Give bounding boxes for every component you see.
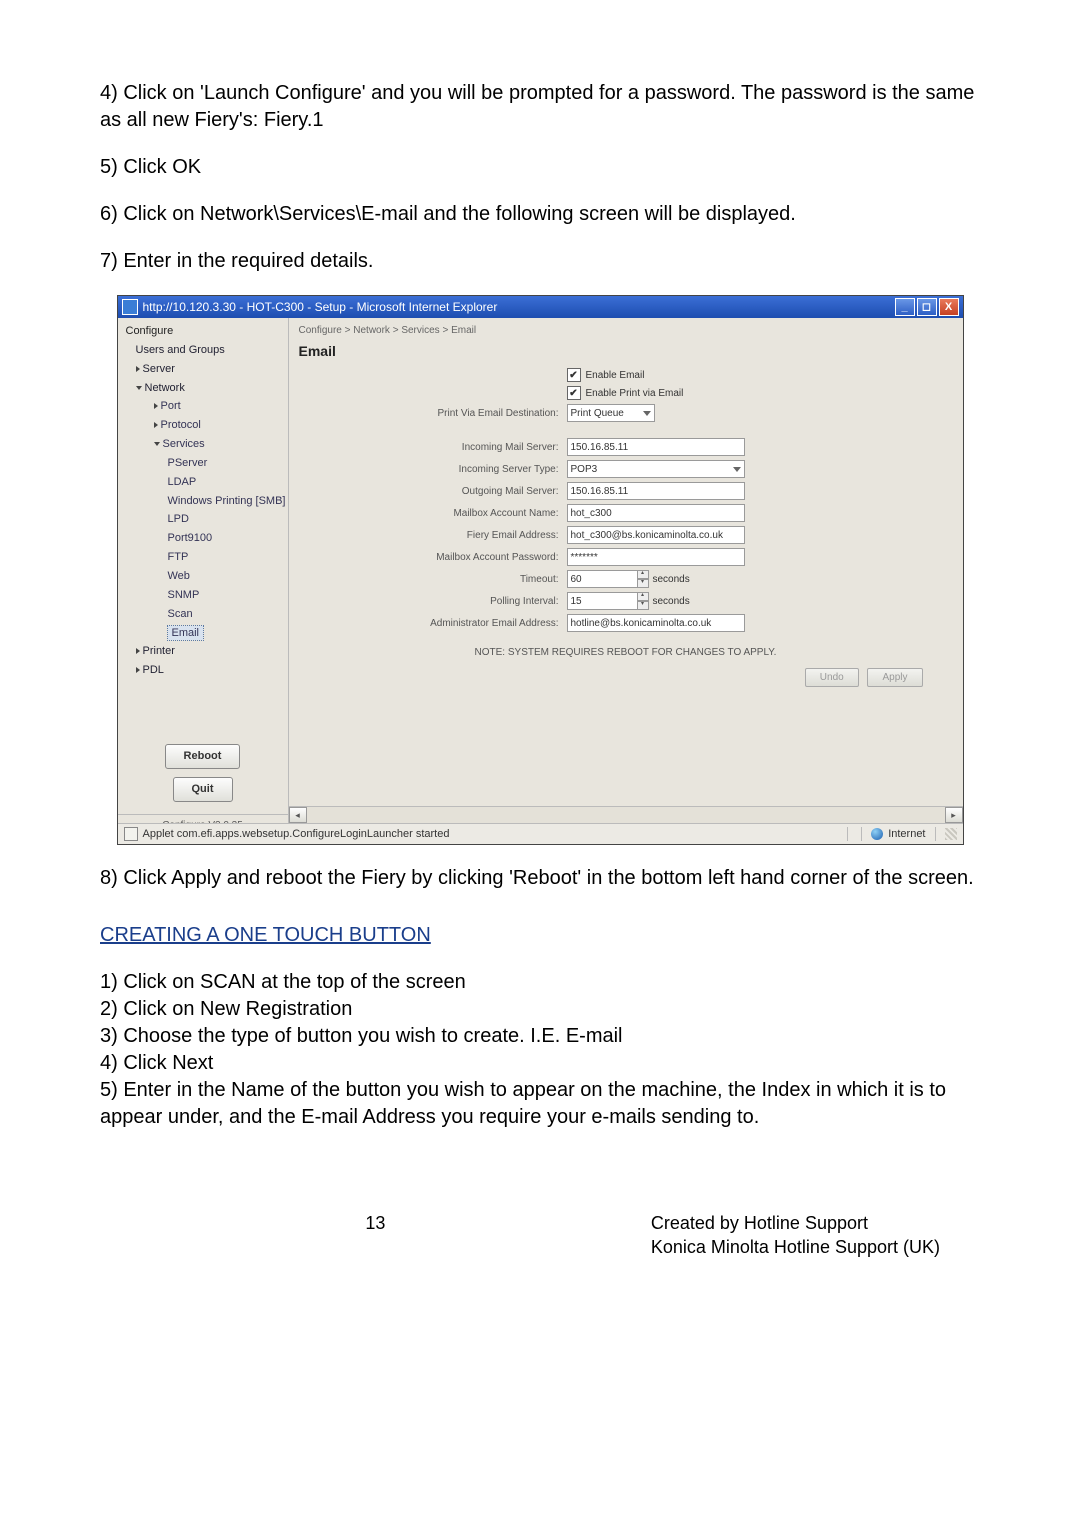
incoming-type-label: Incoming Server Type: <box>299 463 567 477</box>
reboot-note: NOTE: SYSTEM REQUIRES REBOOT FOR CHANGES… <box>299 646 953 660</box>
sidebar-server[interactable]: Server <box>118 360 288 379</box>
sidebar-winprint[interactable]: Windows Printing [SMB] <box>118 492 288 511</box>
sidebar-web[interactable]: Web <box>118 567 288 586</box>
sidebar-pdl[interactable]: PDL <box>118 661 288 680</box>
status-message: Applet com.efi.apps.websetup.ConfigureLo… <box>143 827 450 842</box>
sidebar-printer[interactable]: Printer <box>118 642 288 661</box>
doc-step-5: 5) Click OK <box>100 154 980 181</box>
sidebar-protocol[interactable]: Protocol <box>118 416 288 435</box>
outgoing-server-label: Outgoing Mail Server: <box>299 485 567 499</box>
maximize-button[interactable]: ◻ <box>917 298 937 316</box>
doc-substep-2: 2) Click on New Registration <box>100 996 980 1023</box>
sidebar-network[interactable]: Network <box>118 379 288 398</box>
sidebar-port9100[interactable]: Port9100 <box>118 529 288 548</box>
doc-step-4: 4) Click on 'Launch Configure' and you w… <box>100 80 980 134</box>
doc-step-7: 7) Enter in the required details. <box>100 248 980 275</box>
incoming-server-input[interactable]: 150.16.85.11 <box>567 438 745 456</box>
outgoing-server-input[interactable]: 150.16.85.11 <box>567 482 745 500</box>
admin-email-label: Administrator Email Address: <box>299 617 567 631</box>
resize-grip-icon[interactable] <box>945 828 957 840</box>
page-number: 13 <box>100 1211 651 1235</box>
undo-button[interactable]: Undo <box>805 668 859 688</box>
chevron-right-icon <box>136 648 140 654</box>
globe-icon <box>871 828 883 840</box>
polling-label: Polling Interval: <box>299 595 567 609</box>
main-panel: Configure > Network > Services > Email E… <box>289 318 963 823</box>
mailbox-name-label: Mailbox Account Name: <box>299 507 567 521</box>
screenshot-window: http://10.120.3.30 - HOT-C300 - Setup - … <box>117 295 964 845</box>
chevron-down-icon <box>154 442 160 446</box>
applet-icon <box>124 827 138 841</box>
footer-line-2: Konica Minolta Hotline Support (UK) <box>651 1235 940 1259</box>
doc-step-8: 8) Click Apply and reboot the Fiery by c… <box>100 865 980 892</box>
polling-stepper[interactable]: 15 ▴▾ <box>567 592 649 610</box>
doc-substep-1: 1) Click on SCAN at the top of the scree… <box>100 969 980 996</box>
print-dest-select[interactable]: Print Queue <box>567 404 655 422</box>
enable-print-checkbox[interactable]: ✔ <box>567 386 581 400</box>
close-button[interactable]: X <box>939 298 959 316</box>
doc-step-6: 6) Click on Network\Services\E-mail and … <box>100 201 980 228</box>
ie-icon <box>122 299 138 315</box>
sidebar-snmp[interactable]: SNMP <box>118 586 288 605</box>
admin-email-input[interactable]: hotline@bs.konicaminolta.co.uk <box>567 614 745 632</box>
sidebar-scan[interactable]: Scan <box>118 605 288 624</box>
minimize-button[interactable]: _ <box>895 298 915 316</box>
sidebar-ldap[interactable]: LDAP <box>118 473 288 492</box>
apply-button[interactable]: Apply <box>867 668 922 688</box>
spin-down-icon[interactable]: ▾ <box>637 579 649 588</box>
window-title: http://10.120.3.30 - HOT-C300 - Setup - … <box>143 299 498 315</box>
chevron-right-icon <box>136 667 140 673</box>
enable-email-checkbox[interactable]: ✔ <box>567 368 581 382</box>
spin-up-icon[interactable]: ▴ <box>637 570 649 579</box>
sidebar-services[interactable]: Services <box>118 435 288 454</box>
status-bar: Applet com.efi.apps.websetup.ConfigureLo… <box>118 823 963 844</box>
chevron-down-icon <box>643 411 651 416</box>
doc-substep-5: 5) Enter in the Name of the button you w… <box>100 1077 980 1131</box>
chevron-right-icon <box>154 403 158 409</box>
zone-label: Internet <box>888 827 925 842</box>
chevron-down-icon <box>733 467 741 472</box>
doc-substep-4: 4) Click Next <box>100 1050 980 1077</box>
page-title: Email <box>299 342 953 361</box>
sidebar: Configure Users and Groups Server Networ… <box>118 318 289 823</box>
print-dest-label: Print Via Email Destination: <box>299 407 567 421</box>
horizontal-scrollbar[interactable]: ◂ ▸ <box>289 806 963 823</box>
spin-up-icon[interactable]: ▴ <box>637 592 649 601</box>
window-titlebar: http://10.120.3.30 - HOT-C300 - Setup - … <box>118 296 963 318</box>
chevron-down-icon <box>136 386 142 390</box>
reboot-button[interactable]: Reboot <box>165 744 241 769</box>
version-label: Configure V2.0.35 <box>118 814 288 823</box>
sidebar-configure[interactable]: Configure <box>118 322 288 341</box>
fiery-email-input[interactable]: hot_c300@bs.konicaminolta.co.uk <box>567 526 745 544</box>
breadcrumb: Configure > Network > Services > Email <box>299 324 953 338</box>
enable-print-label: Enable Print via Email <box>586 387 684 401</box>
doc-substep-3: 3) Choose the type of button you wish to… <box>100 1023 980 1050</box>
sidebar-ftp[interactable]: FTP <box>118 548 288 567</box>
sidebar-pserver[interactable]: PServer <box>118 454 288 473</box>
incoming-type-select[interactable]: POP3 <box>567 460 745 478</box>
chevron-right-icon <box>136 366 140 372</box>
footer-line-1: Created by Hotline Support <box>651 1211 940 1235</box>
sidebar-email[interactable]: Email <box>118 624 288 643</box>
sidebar-port[interactable]: Port <box>118 397 288 416</box>
sidebar-users-groups[interactable]: Users and Groups <box>118 341 288 360</box>
mailbox-name-input[interactable]: hot_c300 <box>567 504 745 522</box>
seconds-label: seconds <box>653 595 690 609</box>
incoming-server-label: Incoming Mail Server: <box>299 441 567 455</box>
section-heading: CREATING A ONE TOUCH BUTTON <box>100 922 980 949</box>
fiery-email-label: Fiery Email Address: <box>299 529 567 543</box>
sidebar-lpd[interactable]: LPD <box>118 510 288 529</box>
timeout-stepper[interactable]: 60 ▴▾ <box>567 570 649 588</box>
seconds-label: seconds <box>653 573 690 587</box>
mailbox-pw-input[interactable]: ******* <box>567 548 745 566</box>
chevron-right-icon <box>154 422 158 428</box>
scroll-right-icon[interactable]: ▸ <box>945 807 963 823</box>
scroll-left-icon[interactable]: ◂ <box>289 807 307 823</box>
mailbox-pw-label: Mailbox Account Password: <box>299 551 567 565</box>
quit-button[interactable]: Quit <box>173 777 233 802</box>
spin-down-icon[interactable]: ▾ <box>637 601 649 610</box>
timeout-label: Timeout: <box>299 573 567 587</box>
enable-email-label: Enable Email <box>586 369 645 383</box>
